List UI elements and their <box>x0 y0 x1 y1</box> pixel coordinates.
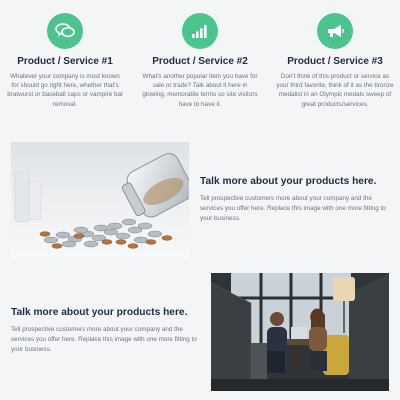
feature-2-text: Talk more about your products here. Tell… <box>11 307 201 355</box>
feature-body: Tell prospective customers more about yo… <box>11 326 197 353</box>
feature-heading: Talk more about your products here. <box>11 307 188 318</box>
service-title: Product / Service #3 <box>287 56 383 67</box>
feature-heading: Talk more about your products here. <box>200 176 377 187</box>
service-description: Don't think of this product or service a… <box>276 73 394 108</box>
service-card-3: Product / Service #3 Don't think of this… <box>270 0 400 109</box>
service-description: Whatever your company is most known for … <box>7 73 123 108</box>
megaphone-icon <box>317 13 353 49</box>
services-section: Product / Service #1 Whatever your compa… <box>0 0 400 130</box>
service-card-1: Product / Service #1 Whatever your compa… <box>0 0 130 109</box>
service-title: Product / Service #2 <box>152 56 248 67</box>
service-card-2: Product / Service #2 What's another popu… <box>135 0 265 109</box>
service-title: Product / Service #1 <box>17 56 113 67</box>
feature-1-text: Talk more about your products here. Tell… <box>200 176 390 224</box>
chat-bubbles-icon <box>47 13 83 49</box>
signal-bars-icon <box>182 13 218 49</box>
service-description: What's another popular item you have for… <box>142 73 258 108</box>
feature-body: Tell prospective customers more about yo… <box>200 195 386 222</box>
coins-jar-image <box>11 142 189 258</box>
office-meeting-image <box>211 273 389 391</box>
